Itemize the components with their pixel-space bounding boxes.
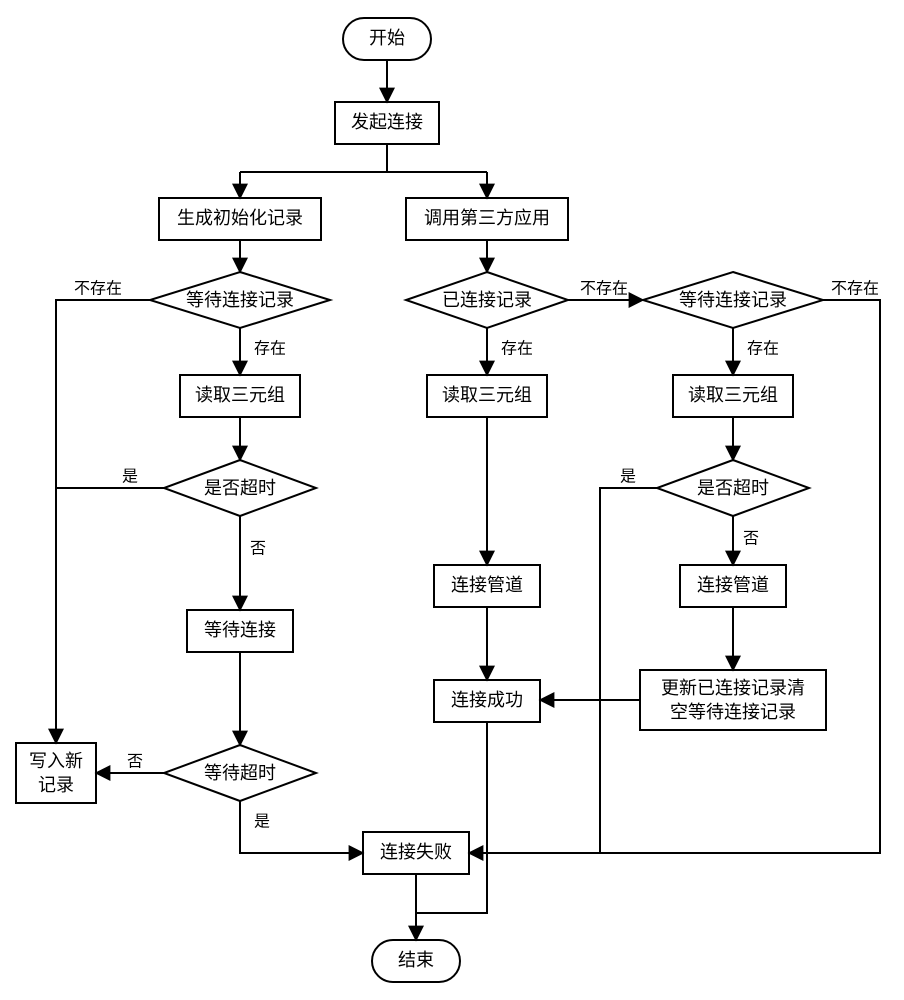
connpipe-right-label: 连接管道 — [697, 575, 769, 595]
node-connpipe-right: 连接管道 — [680, 565, 786, 607]
writenew-line1: 写入新 — [29, 751, 83, 771]
node-connsuccess: 连接成功 — [434, 680, 540, 722]
edge-waitconnrecR-notexist — [469, 300, 880, 853]
readtriple-left-label: 读取三元组 — [195, 385, 285, 405]
node-waittimeout: 等待超时 — [164, 745, 316, 801]
lbl-notexist-3: 不存在 — [831, 280, 879, 298]
writenew-line2: 记录 — [38, 775, 74, 795]
node-waitconnrec-left: 等待连接记录 — [150, 272, 330, 328]
node-geninit: 生成初始化记录 — [159, 198, 321, 240]
start-label: 开始 — [369, 28, 405, 48]
geninit-label: 生成初始化记录 — [177, 208, 303, 228]
connectedrec-label: 已连接记录 — [442, 290, 532, 310]
timeout-left-label: 是否超时 — [204, 478, 276, 498]
updateclear-line2: 空等待连接记录 — [670, 702, 796, 722]
connsuccess-label: 连接成功 — [451, 690, 523, 710]
connpipe-mid-label: 连接管道 — [451, 575, 523, 595]
readtriple-mid-label: 读取三元组 — [442, 385, 532, 405]
lbl-yes-2: 是 — [620, 469, 636, 486]
lbl-notexist-2: 不存在 — [580, 280, 628, 298]
initiate-label: 发起连接 — [351, 112, 423, 132]
lbl-no-1: 否 — [250, 541, 266, 558]
node-connfail: 连接失败 — [363, 832, 469, 874]
edge-connsuccess-end — [416, 722, 487, 913]
lbl-no-3: 否 — [127, 754, 143, 771]
lbl-exist-3: 存在 — [747, 340, 779, 358]
connfail-label: 连接失败 — [380, 842, 452, 862]
node-start: 开始 — [343, 18, 431, 60]
lbl-yes-1: 是 — [122, 469, 138, 486]
waitconn-label: 等待连接 — [204, 620, 276, 640]
node-timeout-left: 是否超时 — [164, 460, 316, 516]
node-waitconnrec-right: 等待连接记录 — [643, 272, 823, 328]
node-timeout-right: 是否超时 — [657, 460, 809, 516]
readtriple-right-label: 读取三元组 — [688, 385, 778, 405]
edge-waitconnrecL-notexist — [56, 300, 150, 743]
node-updateclear: 更新已连接记录清 空等待连接记录 — [640, 670, 826, 730]
node-writenew: 写入新 记录 — [16, 743, 96, 803]
node-readtriple-mid: 读取三元组 — [427, 375, 547, 417]
waitconnrec-right-label: 等待连接记录 — [679, 290, 787, 310]
lbl-no-2: 否 — [743, 531, 759, 548]
timeout-right-label: 是否超时 — [697, 478, 769, 498]
node-connectedrec: 已连接记录 — [406, 272, 568, 328]
node-callthird: 调用第三方应用 — [406, 198, 568, 240]
node-readtriple-right: 读取三元组 — [673, 375, 793, 417]
node-readtriple-left: 读取三元组 — [180, 375, 300, 417]
node-waitconn: 等待连接 — [187, 610, 293, 652]
lbl-yes-3: 是 — [254, 814, 270, 831]
end-label: 结束 — [398, 950, 434, 970]
flowchart-svg: 开始 发起连接 生成初始化记录 调用第三方应用 等待连接记录 已连接记录 等待连… — [0, 0, 904, 1000]
callthird-label: 调用第三方应用 — [424, 208, 550, 228]
waittimeout-label: 等待超时 — [204, 763, 276, 783]
lbl-exist-1: 存在 — [254, 340, 286, 358]
updateclear-line1: 更新已连接记录清 — [661, 678, 805, 698]
node-end: 结束 — [372, 940, 460, 982]
lbl-exist-2: 存在 — [501, 340, 533, 358]
lbl-notexist-1: 不存在 — [74, 280, 122, 298]
waitconnrec-left-label: 等待连接记录 — [186, 290, 294, 310]
node-initiate: 发起连接 — [335, 102, 439, 144]
node-connpipe-mid: 连接管道 — [434, 565, 540, 607]
